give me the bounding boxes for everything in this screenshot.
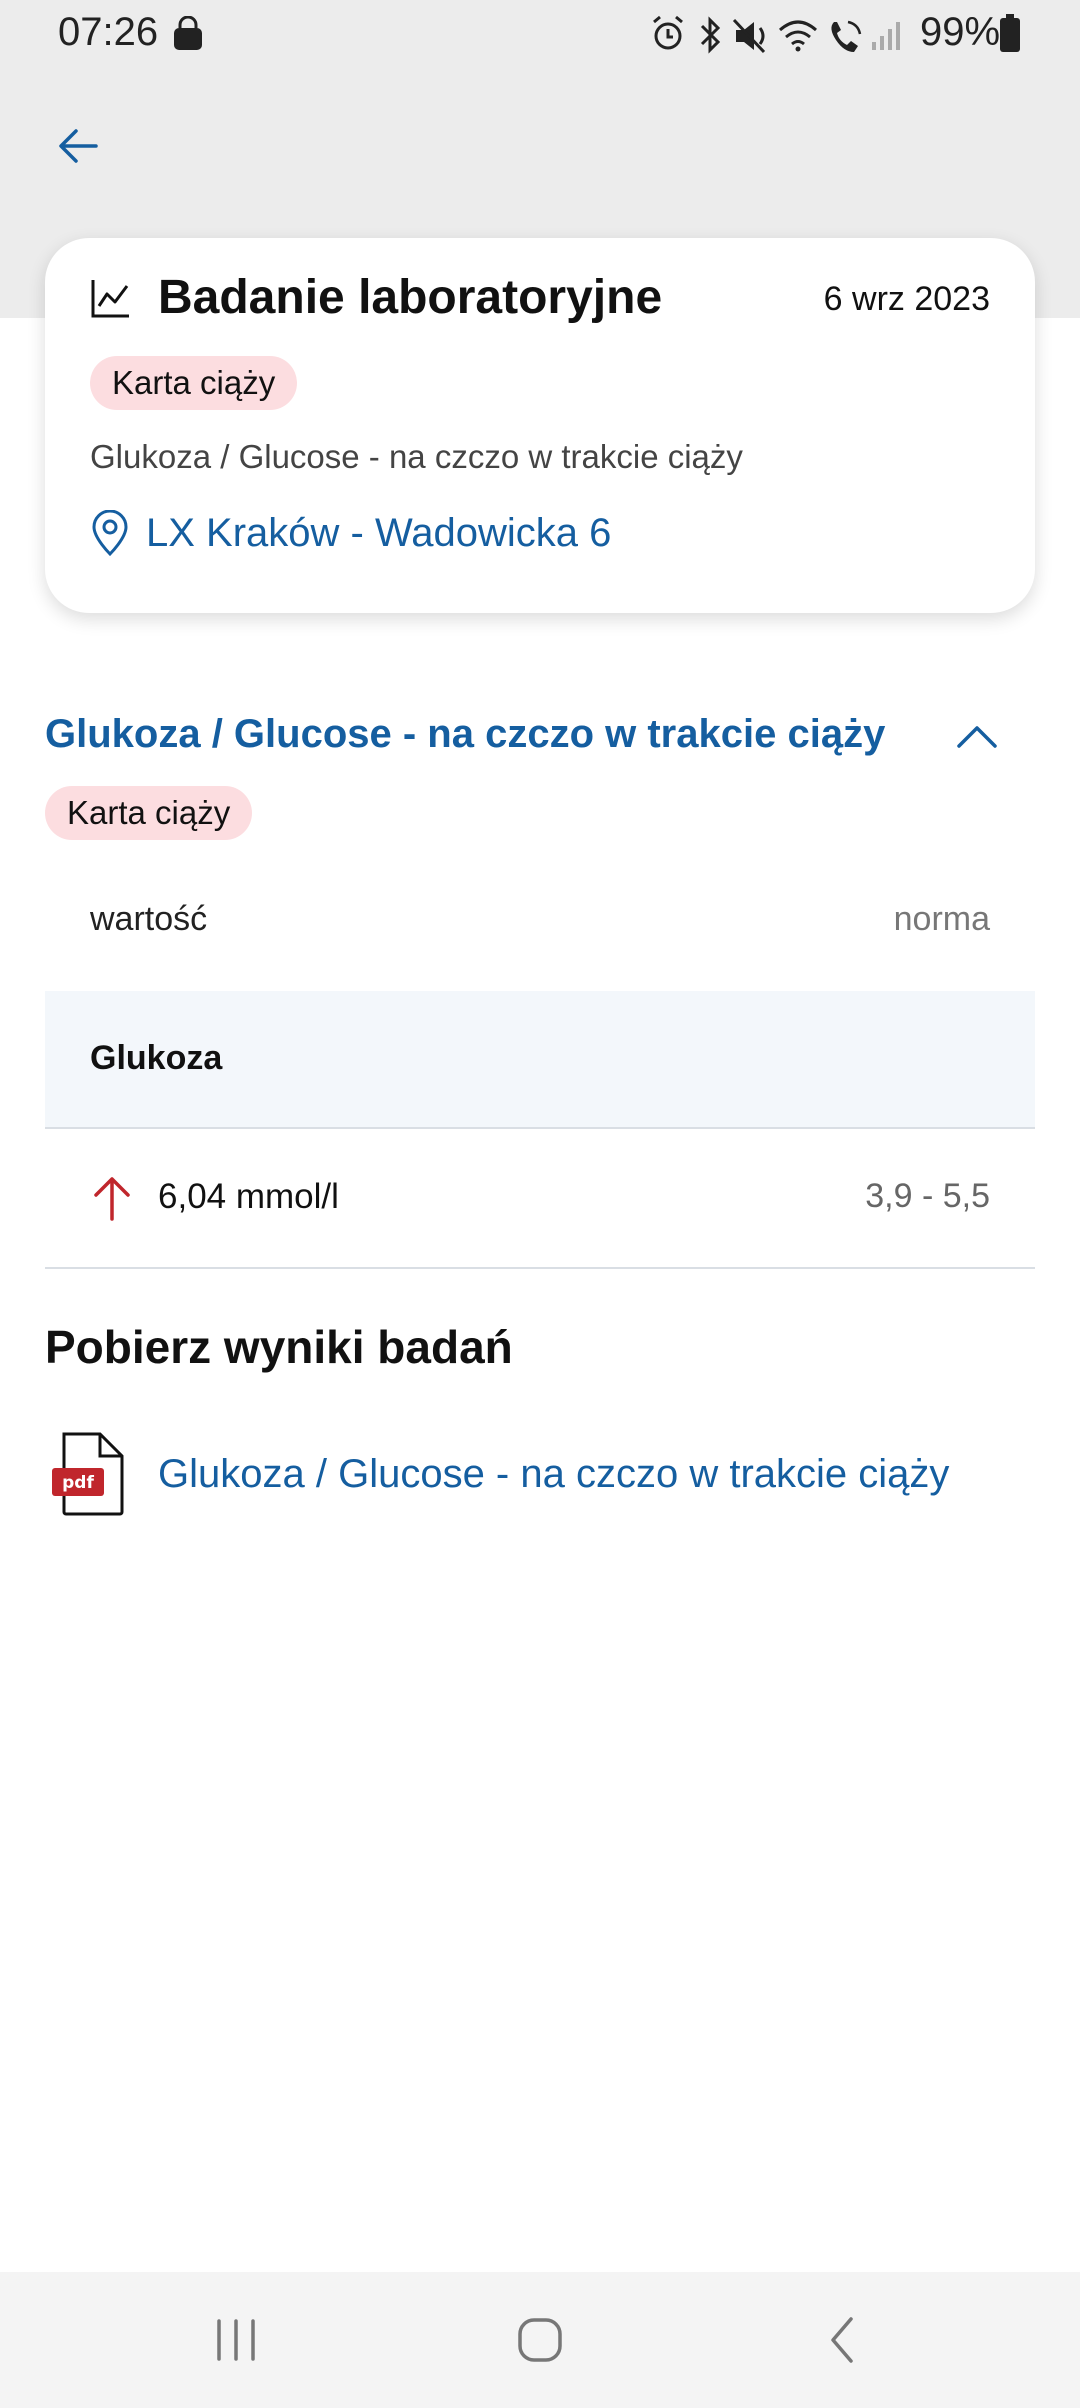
- battery-percent: 99%: [920, 10, 1001, 54]
- signal-icon: [872, 22, 900, 50]
- pdf-file-icon: pdf: [52, 1432, 124, 1516]
- system-nav-bar: [0, 2272, 1080, 2408]
- location-link[interactable]: LX Kraków - Wadowicka 6: [90, 510, 611, 556]
- status-time: 07:26: [58, 10, 159, 54]
- shopping-bag-icon: [174, 16, 202, 50]
- system-back-button[interactable]: [802, 2306, 882, 2374]
- alarm-icon: [653, 15, 683, 50]
- bluetooth-icon: [700, 16, 721, 54]
- recent-apps-icon: [217, 2319, 255, 2361]
- status-icons: [653, 15, 900, 54]
- recent-apps-button[interactable]: [196, 2306, 276, 2374]
- result-group-label: Glukoza: [90, 1039, 223, 1077]
- section-badge: Karta ciąży: [45, 786, 253, 840]
- collapse-button[interactable]: [952, 712, 1002, 762]
- svg-text:pdf: pdf: [62, 1473, 94, 1493]
- location-label: LX Kraków - Wadowicka 6: [146, 510, 612, 555]
- wifi-calling-icon: [831, 20, 862, 52]
- arrow-left-icon: [59, 129, 98, 163]
- arrow-up-icon: [94, 1177, 130, 1221]
- result-row: 6,04 mmol/l 3,9 - 5,5: [45, 1129, 1035, 1269]
- mute-icon: [732, 18, 766, 54]
- exam-summary-card: Badanie laboratoryjne 6 wrz 2023 Karta c…: [45, 238, 1035, 613]
- column-header-norm: norma: [893, 900, 990, 938]
- exam-subtitle: Glukoza / Glucose - na czczo w trakcie c…: [90, 438, 743, 475]
- page-title: Badanie laboratoryjne: [158, 271, 663, 324]
- back-button[interactable]: [50, 118, 106, 174]
- pregnancy-card-badge: Karta ciąży: [90, 356, 298, 410]
- result-group-header: Glukoza: [45, 991, 1035, 1129]
- result-norm: 3,9 - 5,5: [865, 1177, 990, 1215]
- location-pin-icon: [92, 510, 128, 556]
- downloads-title: Pobierz wyniki badań: [45, 1321, 513, 1373]
- pdf-file-label: Glukoza / Glucose - na czczo w trakcie c…: [158, 1451, 950, 1496]
- pdf-download-link[interactable]: pdf Glukoza / Glucose - na czczo w trakc…: [50, 1432, 949, 1516]
- back-chevron-icon: [831, 2317, 853, 2363]
- home-icon: [518, 2318, 562, 2362]
- chevron-up-icon: [957, 726, 997, 748]
- status-bar: 07:26 99%: [0, 0, 1080, 70]
- line-chart-icon: [91, 280, 129, 318]
- battery-icon: [1000, 14, 1020, 52]
- exam-date: 6 wrz 2023: [823, 280, 990, 318]
- home-button[interactable]: [500, 2306, 580, 2374]
- result-section-title[interactable]: Glukoza / Glucose - na czczo w trakcie c…: [45, 712, 885, 757]
- result-value: 6,04 mmol/l: [158, 1177, 339, 1216]
- wifi-icon: [779, 20, 817, 52]
- column-header-value: wartość: [90, 900, 208, 938]
